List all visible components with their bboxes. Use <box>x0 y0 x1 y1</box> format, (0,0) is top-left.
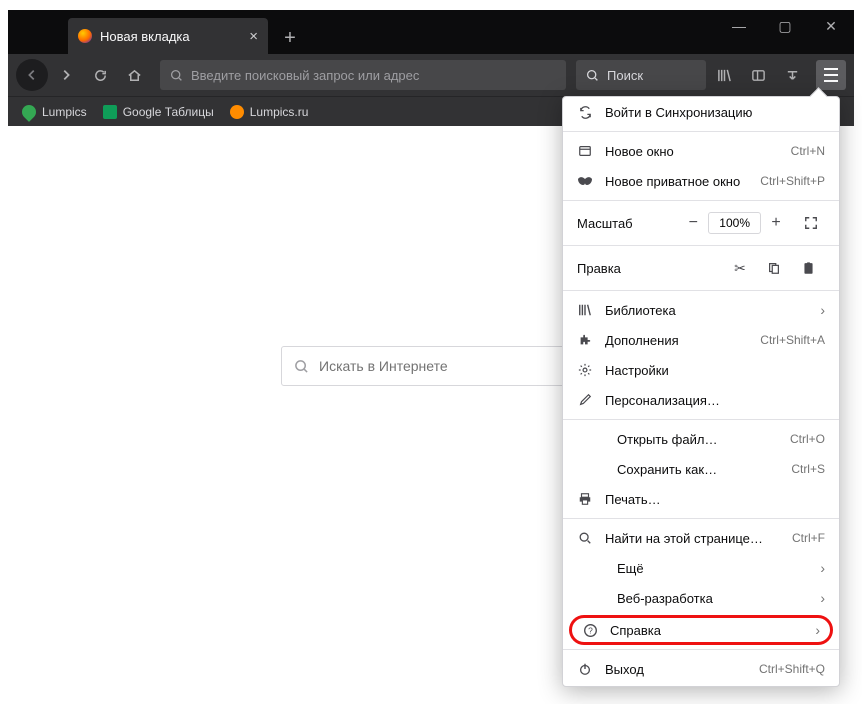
sidebar-icon <box>751 68 766 83</box>
menu-help[interactable]: ? Справка › <box>569 615 833 645</box>
firefox-window: Новая вкладка × + — ▢ ✕ Введите поисковы… <box>8 10 854 670</box>
arrow-icon <box>785 68 800 83</box>
minimize-button[interactable]: — <box>716 10 762 42</box>
library-icon <box>717 68 732 83</box>
menu-library[interactable]: Библиотека › <box>563 295 839 325</box>
nav-toolbar: Введите поисковый запрос или адрес Поиск <box>8 54 854 96</box>
new-tab-button[interactable]: + <box>274 22 306 54</box>
tab-newtab[interactable]: Новая вкладка × <box>68 18 268 54</box>
bookmark-lumpics-ru[interactable]: Lumpics.ru <box>222 101 317 123</box>
search-placeholder: Поиск <box>607 68 643 83</box>
paint-icon <box>577 392 593 408</box>
site-icon <box>230 105 244 119</box>
menu-edit: Правка ✂ <box>563 250 839 286</box>
firefox-icon <box>78 29 92 43</box>
menu-find[interactable]: Найти на этой странице… Ctrl+F <box>563 523 839 553</box>
menu-sync[interactable]: Войти в Синхронизацию <box>563 97 839 127</box>
drive-icon <box>19 102 39 122</box>
fullscreen-button[interactable] <box>797 209 825 237</box>
window-controls: — ▢ ✕ <box>716 10 854 54</box>
menu-customize[interactable]: Персонализация… <box>563 385 839 415</box>
menu-private-window[interactable]: Новое приватное окно Ctrl+Shift+P <box>563 166 839 196</box>
library-button[interactable] <box>708 59 740 91</box>
url-bar[interactable]: Введите поисковый запрос или адрес <box>160 60 566 90</box>
power-icon <box>577 661 593 677</box>
help-icon: ? <box>582 622 598 638</box>
separator <box>563 245 839 246</box>
print-icon <box>577 491 593 507</box>
menu-save-as[interactable]: Сохранить как… Ctrl+S <box>563 454 839 484</box>
chevron-right-icon: › <box>815 622 820 638</box>
sidebar-button[interactable] <box>742 59 774 91</box>
close-window-button[interactable]: ✕ <box>808 10 854 42</box>
library-icon <box>577 302 593 318</box>
menu-more[interactable]: Ещё › <box>563 553 839 583</box>
back-button[interactable] <box>16 59 48 91</box>
reload-icon <box>93 68 108 83</box>
cut-button[interactable]: ✂ <box>723 254 757 282</box>
bookmark-google-sheets[interactable]: Google Таблицы <box>95 101 222 123</box>
chevron-right-icon: › <box>820 590 825 606</box>
menu-open-file[interactable]: Открыть файл… Ctrl+O <box>563 424 839 454</box>
forward-button[interactable] <box>50 59 82 91</box>
window-icon <box>577 143 593 159</box>
separator <box>563 419 839 420</box>
menu-new-window[interactable]: Новое окно Ctrl+N <box>563 136 839 166</box>
search-icon <box>577 530 593 546</box>
gear-icon <box>577 362 593 378</box>
pocket-button[interactable] <box>776 59 808 91</box>
home-icon <box>127 68 142 83</box>
separator <box>563 131 839 132</box>
url-placeholder: Введите поисковый запрос или адрес <box>191 68 419 83</box>
chevron-right-icon: › <box>820 560 825 576</box>
home-button[interactable] <box>118 59 150 91</box>
close-icon[interactable]: × <box>249 28 258 45</box>
menu-zoom: Масштаб − 100% + <box>563 205 839 241</box>
bookmark-lumpics[interactable]: Lumpics <box>14 101 95 123</box>
chevron-right-icon: › <box>820 302 825 318</box>
paste-button[interactable] <box>791 254 825 282</box>
newtab-search-input[interactable]: Искать в Интернете <box>281 346 581 386</box>
separator <box>563 518 839 519</box>
titlebar: Новая вкладка × + — ▢ ✕ <box>8 10 854 54</box>
puzzle-icon <box>577 332 593 348</box>
maximize-button[interactable]: ▢ <box>762 10 808 42</box>
search-placeholder: Искать в Интернете <box>319 358 448 374</box>
menu-addons[interactable]: Дополнения Ctrl+Shift+A <box>563 325 839 355</box>
search-icon <box>170 69 183 82</box>
tab-strip: Новая вкладка × + <box>8 10 306 54</box>
copy-button[interactable] <box>757 254 791 282</box>
search-bar[interactable]: Поиск <box>576 60 706 90</box>
separator <box>563 200 839 201</box>
separator <box>563 290 839 291</box>
reload-button[interactable] <box>84 59 116 91</box>
svg-text:?: ? <box>588 625 593 635</box>
menu-exit[interactable]: Выход Ctrl+Shift+Q <box>563 654 839 684</box>
app-menu-button[interactable] <box>816 60 846 90</box>
search-icon <box>586 69 599 82</box>
search-icon <box>294 359 309 374</box>
zoom-out-button[interactable]: − <box>678 209 708 237</box>
back-icon <box>25 68 39 82</box>
zoom-value: 100% <box>708 212 761 234</box>
menu-settings[interactable]: Настройки <box>563 355 839 385</box>
menu-print[interactable]: Печать… <box>563 484 839 514</box>
sync-icon <box>577 104 593 120</box>
menu-webdev[interactable]: Веб-разработка › <box>563 583 839 613</box>
zoom-in-button[interactable]: + <box>761 209 791 237</box>
mask-icon <box>577 173 593 189</box>
app-menu-panel: Войти в Синхронизацию Новое окно Ctrl+N … <box>562 96 840 687</box>
tab-title: Новая вкладка <box>100 29 190 44</box>
sheets-icon <box>103 105 117 119</box>
forward-icon <box>59 68 73 82</box>
separator <box>563 649 839 650</box>
